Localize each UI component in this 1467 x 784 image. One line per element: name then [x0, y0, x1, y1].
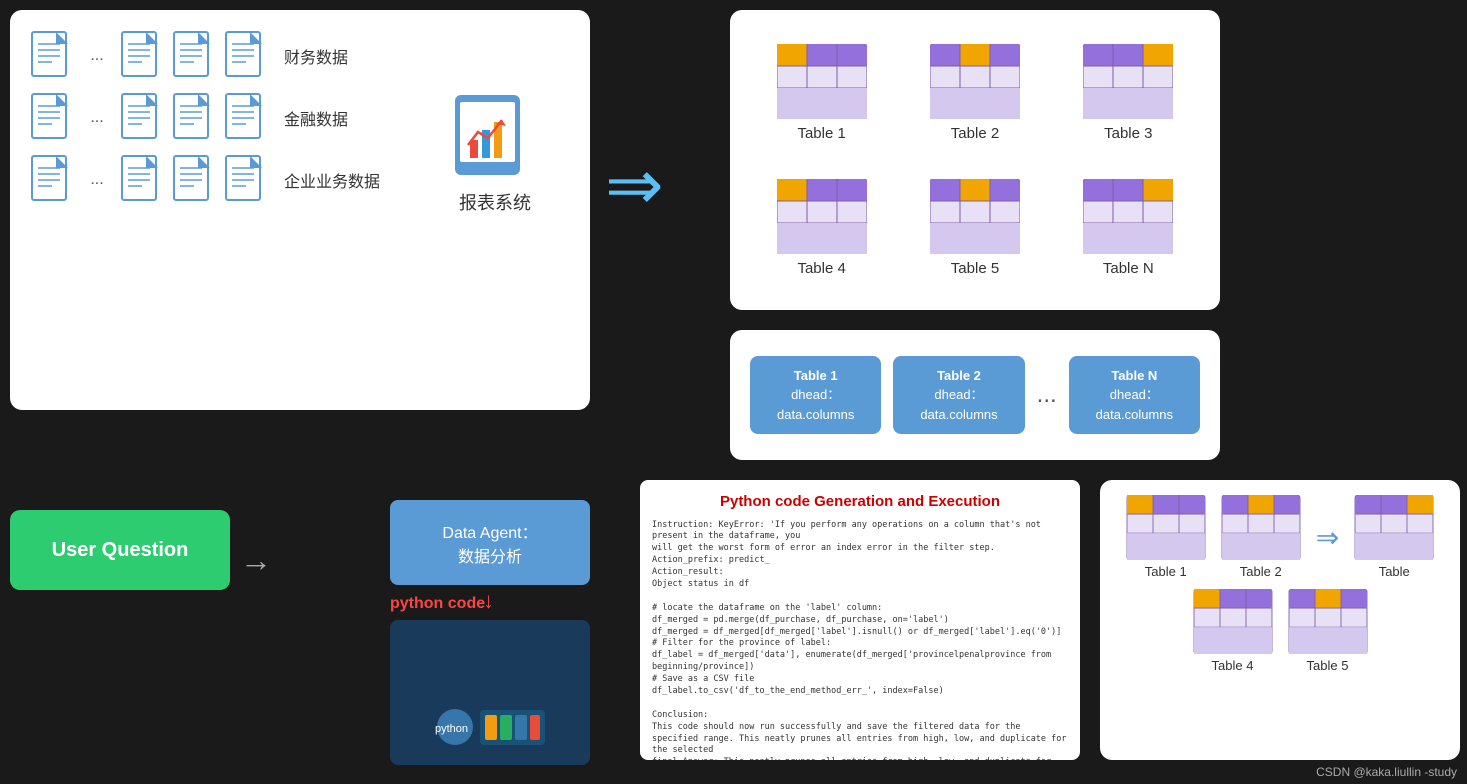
doc-icon	[120, 154, 164, 206]
table-item-4: Table 4	[777, 179, 867, 277]
result-table-1: Table 1	[1126, 495, 1206, 579]
doc-icon	[30, 30, 74, 82]
doc-icon	[30, 154, 74, 206]
schema-dots: ...	[1037, 381, 1057, 409]
python-code-label: python code	[390, 595, 485, 613]
result-table-4: Table 4	[1193, 589, 1273, 673]
result-bottom-row: Table 4 Table 5	[1115, 589, 1445, 673]
result-table-5-label: Table 5	[1307, 658, 1349, 673]
arrow-to-agent-icon: →	[240, 542, 272, 579]
user-question-label: User Question	[52, 539, 189, 562]
result-right-arrow-icon: ⇒	[1316, 521, 1339, 554]
dots-2: ...	[82, 109, 112, 127]
finance-label: 金融数据	[284, 106, 348, 130]
table-5-label: Table 5	[951, 260, 999, 277]
result-panel: Table 1 Table 2 ⇒	[1100, 480, 1460, 760]
doc-icon	[224, 92, 268, 144]
schema-panel: Table 1 dhead： data.columns Table 2 dhea…	[730, 330, 1220, 460]
financial-label: 财务数据	[284, 44, 348, 68]
schema-card-1-title: Table 1	[794, 368, 838, 383]
right-arrow-icon: ⇒	[605, 150, 664, 220]
dots-3: ...	[82, 171, 112, 189]
business-label: 企业业务数据	[284, 168, 380, 192]
table-item-3: Table 3	[1083, 44, 1173, 142]
result-single-table: Table	[1354, 495, 1434, 579]
left-panel: ... 财务数据 ...	[10, 10, 590, 410]
table-2-label: Table 2	[951, 125, 999, 142]
code-panel: Python code Generation and Execution Ins…	[640, 480, 1080, 760]
result-table-label: Table	[1379, 564, 1410, 579]
result-table-2-label: Table 2	[1240, 564, 1282, 579]
schema-card-n-sub: dhead： data.columns	[1096, 387, 1173, 422]
result-table-2: Table 2	[1221, 495, 1301, 579]
result-table-1-label: Table 1	[1145, 564, 1187, 579]
schema-card-2-title: Table 2	[937, 368, 981, 383]
table-1-label: Table 1	[797, 125, 845, 142]
doc-icon	[30, 92, 74, 144]
result-top-row: Table 1 Table 2 ⇒	[1115, 495, 1445, 579]
table-item-5: Table 5	[930, 179, 1020, 277]
doc-icon	[172, 92, 216, 144]
dots-1: ...	[82, 47, 112, 65]
doc-icon	[172, 30, 216, 82]
table-item-1: Table 1	[777, 44, 867, 142]
schema-card-2: Table 2 dhead： data.columns	[893, 356, 1024, 435]
table-3-label: Table 3	[1104, 125, 1152, 142]
schema-card-n-title: Table N	[1111, 368, 1157, 383]
result-table-5: Table 5	[1288, 589, 1368, 673]
table-item-n: Table N	[1083, 179, 1173, 277]
svg-text:python: python	[435, 723, 468, 735]
code-panel-code: Instruction: KeyError: 'If you perform a…	[652, 520, 1068, 761]
financial-data-row: ... 财务数据	[30, 30, 570, 82]
data-agent-line2: 数据分析	[458, 543, 522, 567]
doc-group-3: ...	[30, 154, 268, 206]
doc-icon	[120, 30, 164, 82]
schema-card-2-sub: dhead： data.columns	[920, 387, 997, 422]
doc-icon	[120, 92, 164, 144]
schema-card-1: Table 1 dhead： data.columns	[750, 356, 881, 435]
report-system-label: 报表系统	[450, 189, 540, 215]
code-panel-title: Python code Generation and Execution	[652, 492, 1068, 512]
doc-group-2: ...	[30, 92, 268, 144]
doc-group-1: ...	[30, 30, 268, 82]
result-table-4-label: Table 4	[1212, 658, 1254, 673]
table-4-label: Table 4	[797, 260, 845, 277]
doc-icon	[172, 154, 216, 206]
user-question-box: User Question	[10, 510, 230, 590]
python-box: python	[390, 620, 590, 765]
table-n-label: Table N	[1103, 260, 1154, 277]
doc-icon	[224, 154, 268, 206]
report-system: 报表系统	[450, 90, 540, 215]
schema-card-1-sub: dhead： data.columns	[777, 387, 854, 422]
top-right-panel: Table 1 Table 2 Table 3	[730, 10, 1220, 310]
data-agent-line1: Data Agent：	[442, 519, 537, 543]
doc-icon	[224, 30, 268, 82]
table-item-2: Table 2	[930, 44, 1020, 142]
data-agent-box: Data Agent： 数据分析	[390, 500, 590, 585]
schema-card-n: Table N dhead： data.columns	[1069, 356, 1200, 435]
watermark: CSDN @kaka.liullin -study	[1316, 765, 1457, 779]
